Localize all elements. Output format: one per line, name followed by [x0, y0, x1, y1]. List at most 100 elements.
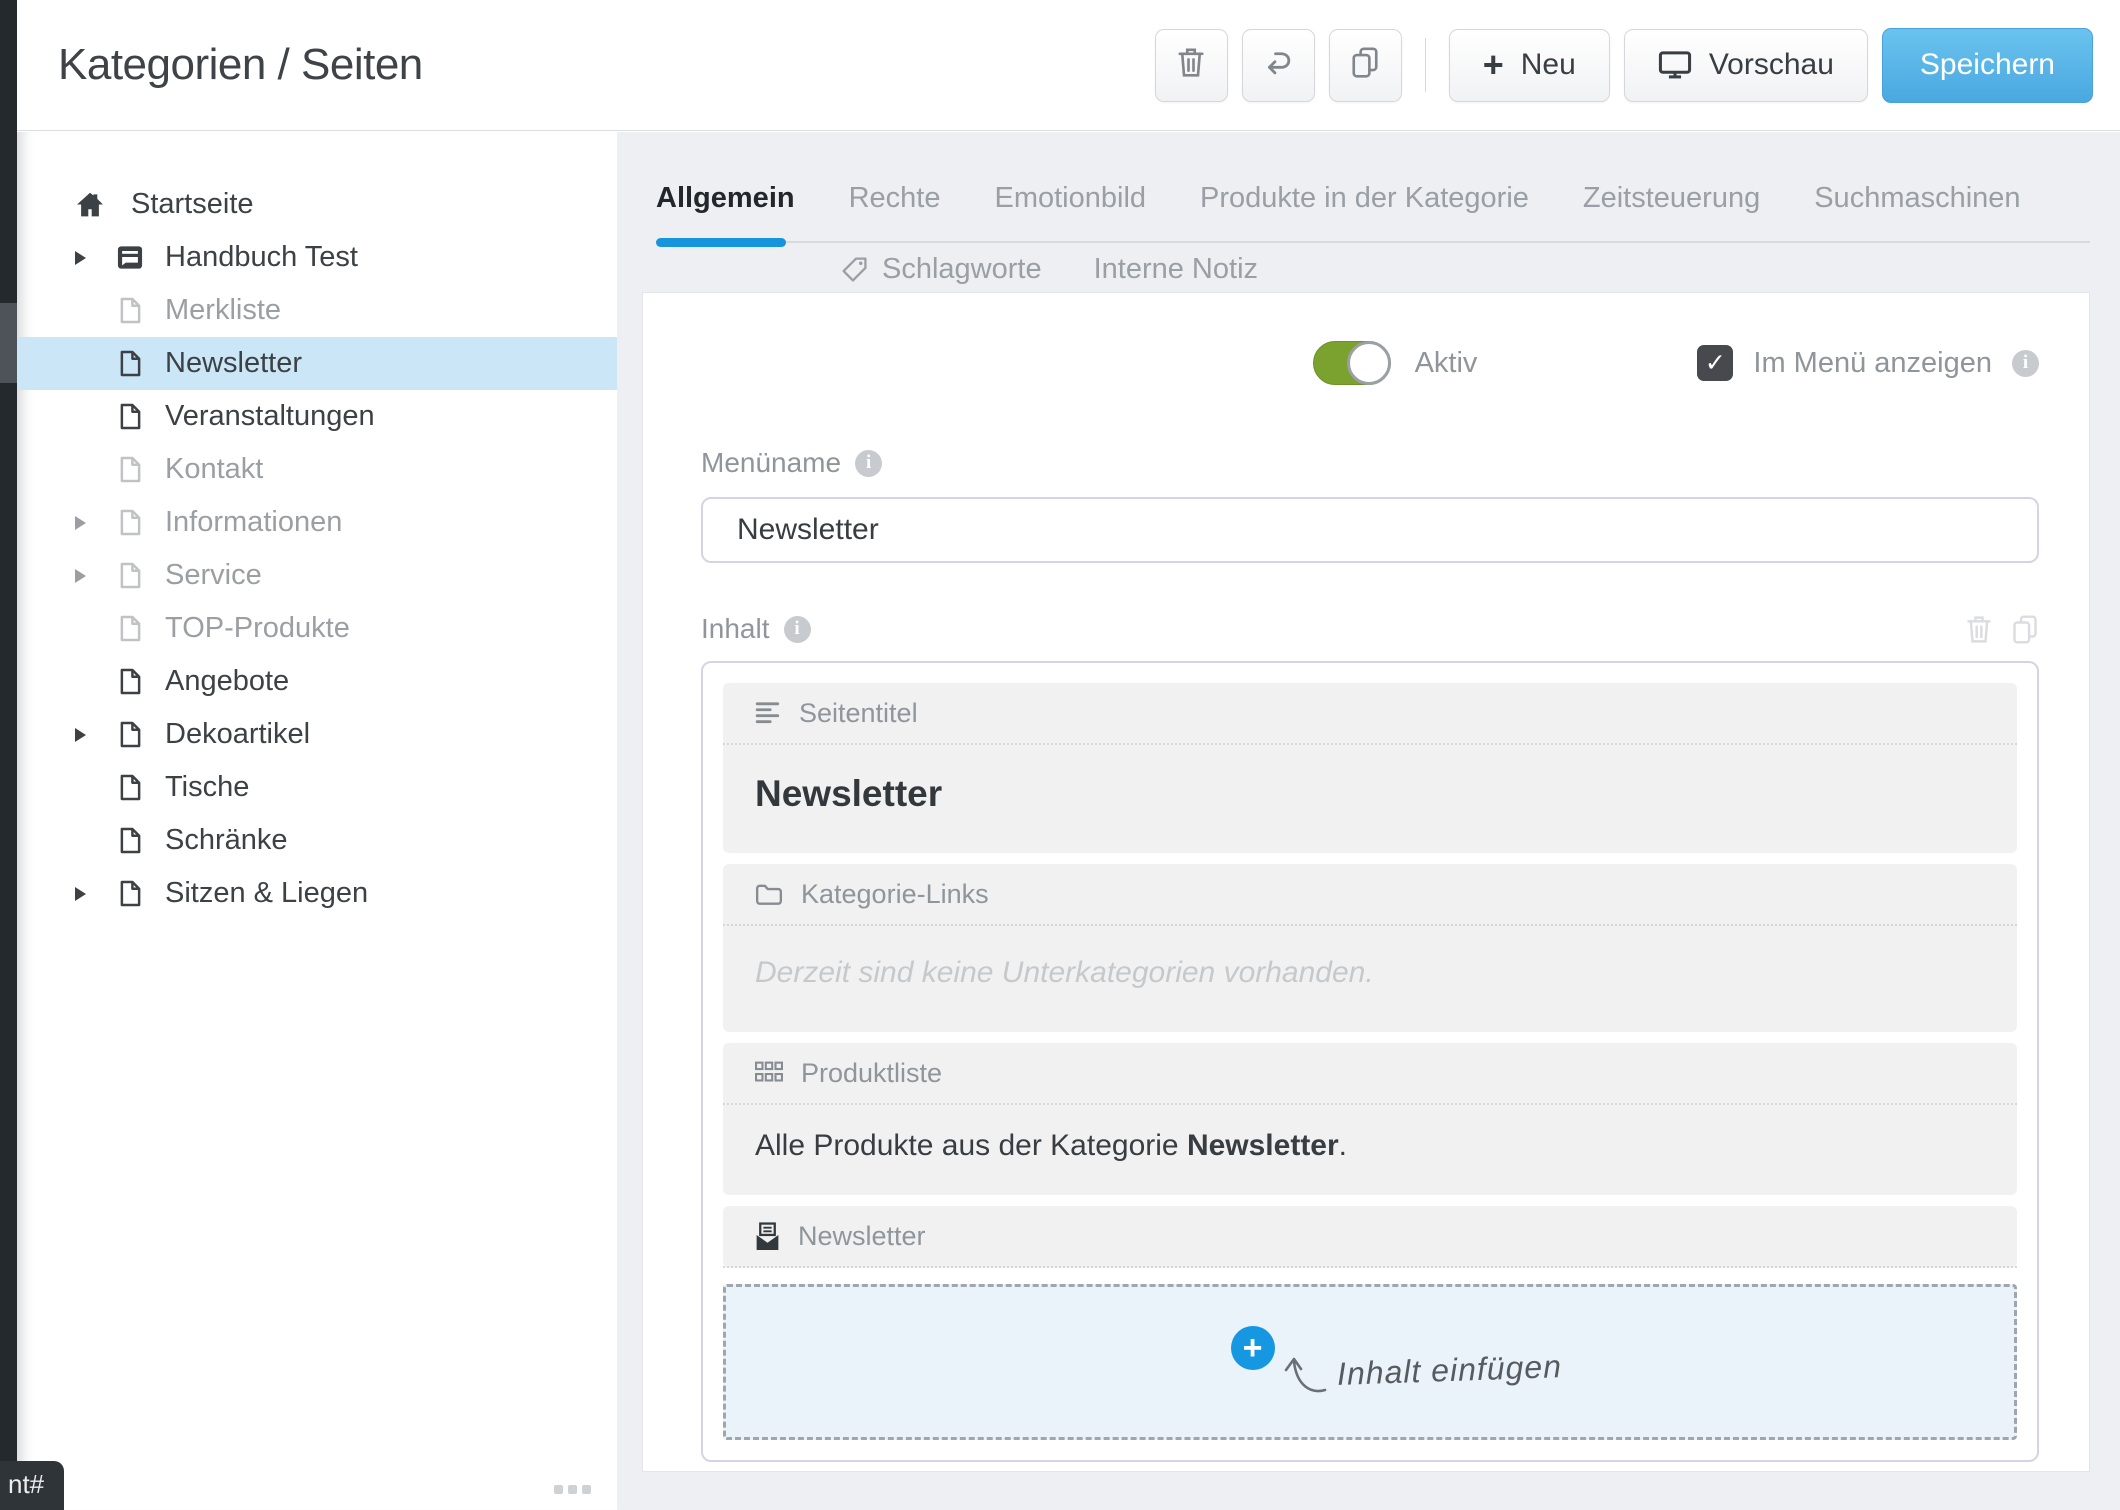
sidebar-item-informationen[interactable]: Informationen — [17, 496, 617, 549]
new-button-label: Neu — [1521, 48, 1576, 82]
category-sidebar: Startseite Handbuch Test Merkliste Newsl… — [17, 132, 617, 1510]
expand-caret-icon[interactable] — [75, 728, 89, 742]
sidebar-item-schränke[interactable]: Schränke — [17, 814, 617, 867]
item-label: Merkliste — [165, 294, 281, 327]
block-body: Alle Produkte aus der Kategorie Newslett… — [723, 1105, 2017, 1195]
block-header: Newsletter — [723, 1206, 2017, 1268]
block-title: Newsletter — [798, 1221, 926, 1252]
new-button[interactable]: + Neu — [1449, 29, 1610, 102]
page-icon — [117, 403, 143, 430]
block-title: Seitentitel — [799, 698, 918, 729]
active-toggle-label: Aktiv — [1415, 347, 1478, 380]
grid-icon — [755, 1061, 783, 1085]
page-icon — [117, 562, 143, 589]
preview-button[interactable]: Vorschau — [1624, 29, 1868, 102]
block-body: Derzeit sind keine Unterkategorien vorha… — [723, 926, 2017, 1032]
page-icon — [117, 350, 143, 377]
tab-suchmaschinen[interactable]: Suchmaschinen — [1814, 182, 2020, 215]
sidebar-item-newsletter[interactable]: Newsletter — [17, 337, 617, 390]
tab-allgemein[interactable]: Allgemein — [656, 182, 795, 215]
add-content-button[interactable]: + — [1231, 1326, 1275, 1370]
content-block-seitentitel[interactable]: Seitentitel Newsletter — [723, 683, 2017, 853]
block-title: Kategorie-Links — [801, 879, 989, 910]
page-icon — [117, 456, 143, 483]
page-icon — [117, 721, 143, 748]
folder-icon — [755, 882, 783, 906]
tab-rechte[interactable]: Rechte — [849, 182, 941, 215]
undo-button[interactable] — [1242, 29, 1315, 102]
item-label: Service — [165, 559, 262, 592]
info-icon[interactable]: i — [784, 616, 811, 643]
item-label: Informationen — [165, 506, 342, 539]
duplicate-button[interactable] — [1329, 29, 1402, 102]
sidebar-item-veranstaltungen[interactable]: Veranstaltungen — [17, 390, 617, 443]
content-dropzone[interactable]: + Inhalt einfügen — [723, 1284, 2017, 1440]
status-url-bubble: nt# — [0, 1461, 64, 1510]
trash-icon[interactable] — [1965, 614, 1993, 645]
toolbar-divider — [1425, 38, 1426, 92]
sidebar-item-sitzen-liegen[interactable]: Sitzen & Liegen — [17, 867, 617, 920]
info-icon[interactable]: i — [855, 450, 882, 477]
item-label: Sitzen & Liegen — [165, 877, 368, 910]
app-header: Kategorien / Seiten + Neu Vorschau — [17, 0, 2120, 131]
tab-zeitsteuerung[interactable]: Zeitsteuerung — [1583, 182, 1760, 215]
trash-icon — [1176, 46, 1206, 84]
active-toggle[interactable]: Aktiv — [1313, 341, 1478, 385]
expand-caret-icon[interactable] — [75, 251, 89, 265]
block-title: Produktliste — [801, 1058, 942, 1089]
inhalt-header: Inhalt i — [701, 613, 2039, 645]
handdrawn-arrow-icon — [1281, 1348, 1333, 1403]
monitor-icon — [1658, 50, 1692, 80]
sidebar-item-dekoartikel[interactable]: Dekoartikel — [17, 708, 617, 761]
sidebar-item-service[interactable]: Service — [17, 549, 617, 602]
content-block-kategorie-links[interactable]: Kategorie-Links Derzeit sind keine Unterk… — [723, 864, 2017, 1032]
tag-icon — [841, 256, 868, 283]
sidebar-resize-handle[interactable] — [554, 1485, 591, 1494]
show-in-menu-label: Im Menü anzeigen — [1753, 347, 1992, 380]
item-label: Handbuch Test — [165, 241, 358, 274]
save-button[interactable]: Speichern — [1882, 28, 2093, 103]
manual-icon — [117, 245, 143, 270]
info-icon[interactable]: i — [2012, 350, 2039, 377]
content-block-newsletter[interactable]: Newsletter — [723, 1206, 2017, 1268]
duplicate-icon[interactable] — [2011, 614, 2039, 645]
sidebar-item-startseite[interactable]: Startseite — [17, 178, 617, 231]
sidebar-item-angebote[interactable]: Angebote — [17, 655, 617, 708]
sidebar-item-top-produkte[interactable]: TOP-Produkte — [17, 602, 617, 655]
menuname-input[interactable] — [701, 497, 2039, 563]
tab-content-panel: Aktiv ✓ Im Menü anzeigen i Menüname i In… — [642, 292, 2090, 1472]
toggle-switch[interactable] — [1313, 341, 1391, 385]
dropzone-label: Inhalt einfügen — [1336, 1348, 1562, 1393]
sidebar-item-merkliste[interactable]: Merkliste — [17, 284, 617, 337]
newsletter-icon — [755, 1222, 780, 1251]
expand-caret-icon[interactable] — [75, 516, 89, 530]
page-icon — [117, 880, 143, 907]
content-block-produktliste[interactable]: Produktliste Alle Produkte aus der Katego… — [723, 1043, 2017, 1195]
expand-caret-icon[interactable] — [75, 569, 89, 583]
checkbox-checked-icon[interactable]: ✓ — [1697, 345, 1733, 381]
sidebar-item-handbuch-test[interactable]: Handbuch Test — [17, 231, 617, 284]
toolbar: + Neu Vorschau Speichern — [1155, 28, 2093, 103]
sidebar-item-kontakt[interactable]: Kontakt — [17, 443, 617, 496]
block-body: Newsletter — [723, 745, 2017, 853]
tab-produkte-in-der-kategorie[interactable]: Produkte in der Kategorie — [1200, 182, 1529, 215]
tab-emotionbild[interactable]: Emotionbild — [994, 182, 1146, 215]
inhalt-field-label: Inhalt i — [701, 613, 811, 645]
item-label: Startseite — [131, 188, 254, 221]
rail-scroll-thumb — [0, 303, 17, 383]
page-icon — [117, 668, 143, 695]
tab-interne-notiz[interactable]: Interne Notiz — [1094, 253, 1258, 286]
delete-button[interactable] — [1155, 29, 1228, 102]
show-in-menu-checkbox-group: ✓ Im Menü anzeigen i — [1697, 345, 2039, 381]
expand-caret-icon[interactable] — [75, 887, 89, 901]
tab-schlagworte[interactable]: Schlagworte — [841, 253, 1042, 286]
page-icon — [117, 297, 143, 324]
active-tab-indicator — [656, 238, 786, 247]
plus-icon: + — [1483, 47, 1504, 83]
page-icon — [117, 615, 143, 642]
tab-bar-primary: Allgemein Rechte Emotionbild Produkte in de… — [617, 132, 2120, 215]
item-label: Dekoartikel — [165, 718, 310, 751]
sidebar-item-tische[interactable]: Tische — [17, 761, 617, 814]
item-label: TOP-Produkte — [165, 612, 350, 645]
block-header: Kategorie-Links — [723, 864, 2017, 926]
